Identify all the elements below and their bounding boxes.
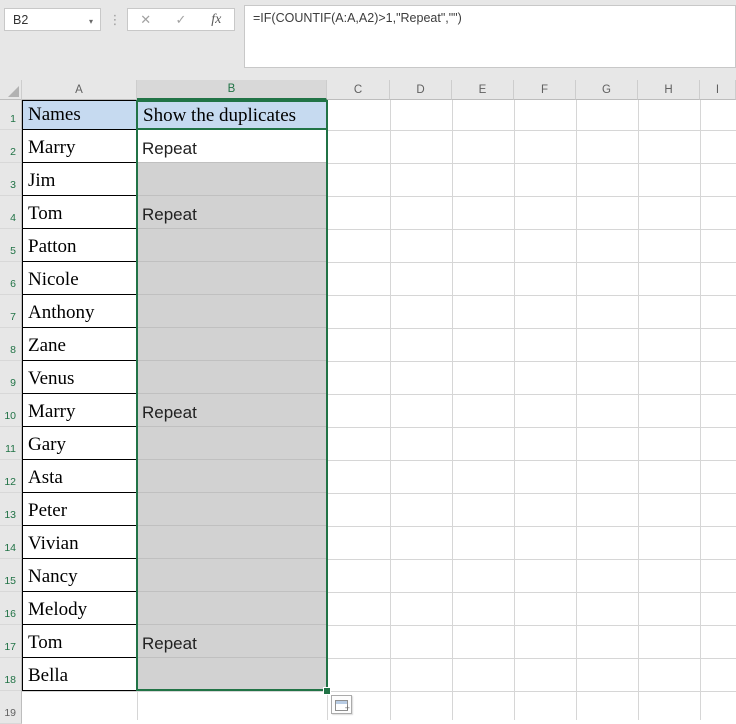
cell-A4[interactable]: Tom xyxy=(22,196,137,229)
select-all-icon xyxy=(8,86,19,97)
name-box-value: B2 xyxy=(13,12,29,27)
column-header-E[interactable]: E xyxy=(452,80,514,100)
row-header-4[interactable]: 4 xyxy=(0,196,22,229)
cell-B2[interactable]: Repeat xyxy=(137,130,327,163)
more-options-icon: ⋮ xyxy=(108,12,122,27)
cell-B9[interactable] xyxy=(137,361,327,394)
cell-B16[interactable] xyxy=(137,592,327,625)
cell-B7[interactable] xyxy=(137,295,327,328)
formula-button-group: ✕ ✓ fx xyxy=(127,8,235,31)
row-header-6[interactable]: 6 xyxy=(0,262,22,295)
formula-bar[interactable]: =IF(COUNTIF(A:A,A2)>1,"Repeat","") xyxy=(244,5,736,68)
row-header-17[interactable]: 17 xyxy=(0,625,22,658)
cell-A3[interactable]: Jim xyxy=(22,163,137,196)
cell-A14[interactable]: Vivian xyxy=(22,526,137,559)
enter-icon[interactable]: ✓ xyxy=(166,12,196,28)
cell-A15[interactable]: Nancy xyxy=(22,559,137,592)
gridline-vertical xyxy=(700,100,701,720)
fill-handle[interactable] xyxy=(323,687,331,695)
cell-B1[interactable]: Show the duplicates xyxy=(137,100,327,130)
cell-B3[interactable] xyxy=(137,163,327,196)
column-header-B[interactable]: B xyxy=(137,80,327,100)
cell-A18[interactable]: Bella xyxy=(22,658,137,691)
gridline-vertical xyxy=(452,100,453,720)
cell-B6[interactable] xyxy=(137,262,327,295)
cell-B8[interactable] xyxy=(137,328,327,361)
select-all-button[interactable] xyxy=(0,80,22,100)
cell-A11[interactable]: Gary xyxy=(22,427,137,460)
gridline-vertical xyxy=(390,100,391,720)
cell-B13[interactable] xyxy=(137,493,327,526)
column-header-I[interactable]: I xyxy=(700,80,736,100)
cell-B17[interactable]: Repeat xyxy=(137,625,327,658)
row-header-14[interactable]: 14 xyxy=(0,526,22,559)
row-header-8[interactable]: 8 xyxy=(0,328,22,361)
cell-B4[interactable]: Repeat xyxy=(137,196,327,229)
autofill-plus-icon: + xyxy=(344,703,350,713)
cell-A6[interactable]: Nicole xyxy=(22,262,137,295)
cell-B5[interactable] xyxy=(137,229,327,262)
column-header-C[interactable]: C xyxy=(327,80,390,100)
name-box[interactable]: B2 ▾ xyxy=(4,8,101,31)
cell-B12[interactable] xyxy=(137,460,327,493)
row-header-1[interactable]: 1 xyxy=(0,100,22,130)
gridline-horizontal xyxy=(22,691,736,692)
row-header-15[interactable]: 15 xyxy=(0,559,22,592)
row-header-2[interactable]: 2 xyxy=(0,130,22,163)
column-header-G[interactable]: G xyxy=(576,80,638,100)
row-header-13[interactable]: 13 xyxy=(0,493,22,526)
cell-A1[interactable]: Names xyxy=(22,100,137,130)
cell-B18[interactable] xyxy=(137,658,327,691)
cancel-icon[interactable]: ✕ xyxy=(131,12,161,28)
column-header-H[interactable]: H xyxy=(638,80,700,100)
row-header-10[interactable]: 10 xyxy=(0,394,22,427)
gridline-vertical xyxy=(327,100,328,720)
insert-function-icon[interactable]: fx xyxy=(201,12,231,28)
gridline-vertical xyxy=(638,100,639,720)
cell-A8[interactable]: Zane xyxy=(22,328,137,361)
row-header-3[interactable]: 3 xyxy=(0,163,22,196)
cell-A7[interactable]: Anthony xyxy=(22,295,137,328)
cell-B10[interactable]: Repeat xyxy=(137,394,327,427)
gridline-vertical xyxy=(576,100,577,720)
row-header-12[interactable]: 12 xyxy=(0,460,22,493)
cell-B11[interactable] xyxy=(137,427,327,460)
cell-A12[interactable]: Asta xyxy=(22,460,137,493)
cell-B15[interactable] xyxy=(137,559,327,592)
cell-A17[interactable]: Tom xyxy=(22,625,137,658)
autofill-options-button[interactable]: + xyxy=(331,695,352,714)
formula-text: =IF(COUNTIF(A:A,A2)>1,"Repeat","") xyxy=(253,11,462,25)
row-header-5[interactable]: 5 xyxy=(0,229,22,262)
cell-A10[interactable]: Marry xyxy=(22,394,137,427)
column-header-D[interactable]: D xyxy=(390,80,452,100)
cell-A13[interactable]: Peter xyxy=(22,493,137,526)
cell-A2[interactable]: Marry xyxy=(22,130,137,163)
row-header-11[interactable]: 11 xyxy=(0,427,22,460)
row-header-16[interactable]: 16 xyxy=(0,592,22,625)
cell-A9[interactable]: Venus xyxy=(22,361,137,394)
column-header-F[interactable]: F xyxy=(514,80,576,100)
row-header-7[interactable]: 7 xyxy=(0,295,22,328)
gridline-vertical xyxy=(514,100,515,720)
name-box-dropdown-icon[interactable]: ▾ xyxy=(89,17,93,26)
cell-A16[interactable]: Melody xyxy=(22,592,137,625)
cell-B14[interactable] xyxy=(137,526,327,559)
row-header-19[interactable]: 19 xyxy=(0,691,22,724)
cell-A5[interactable]: Patton xyxy=(22,229,137,262)
row-header-18[interactable]: 18 xyxy=(0,658,22,691)
row-header-9[interactable]: 9 xyxy=(0,361,22,394)
column-header-A[interactable]: A xyxy=(22,80,137,100)
